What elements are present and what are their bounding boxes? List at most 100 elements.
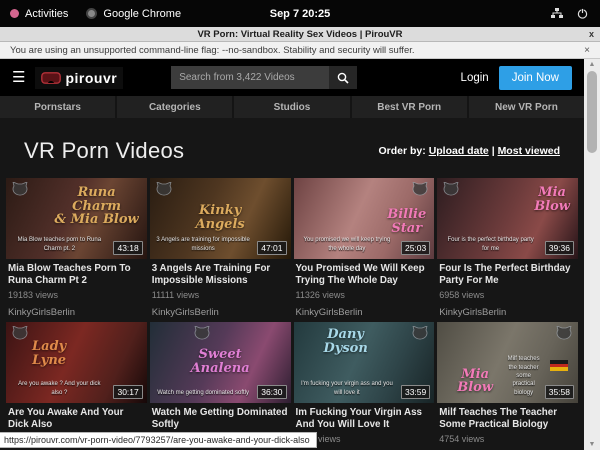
activities-icon	[10, 9, 19, 18]
view-count: 4754 views	[437, 430, 578, 444]
studio-link[interactable]: KinkyGirlsBerlin	[294, 300, 435, 318]
chrome-taskbar-button[interactable]: Google Chrome	[86, 8, 181, 20]
studio-cat-mask-icon	[443, 182, 459, 201]
nav-pornstars[interactable]: Pornstars	[0, 96, 115, 118]
duration-badge: 43:18	[113, 241, 142, 255]
video-title[interactable]: Im Fucking Your Virgin Ass And You Will …	[294, 403, 435, 430]
video-thumbnail[interactable]: Kinky Angels 3 Angels are training for i…	[150, 178, 291, 259]
video-title[interactable]: Mia Blow Teaches Porn To Runa Charm Pt 2	[6, 259, 147, 286]
studio-cat-mask-icon	[12, 182, 28, 201]
video-title[interactable]: Milf Teaches The Teacher Some Practical …	[437, 403, 578, 430]
video-title[interactable]: Watch Me Getting Dominated Softly	[150, 403, 291, 430]
video-card-8[interactable]: Mia Blow Milf teaches the teacher some p…	[437, 322, 578, 444]
studio-cat-mask-icon	[194, 326, 210, 345]
status-url-tooltip: https://pirouvr.com/vr-porn-video/779325…	[0, 432, 317, 448]
video-thumbnail[interactable]: Runa Charm & Mia Blow Mia Blow teaches p…	[6, 178, 147, 259]
duration-badge: 33:59	[401, 385, 430, 399]
studio-cat-mask-icon	[412, 326, 428, 345]
video-thumbnail[interactable]: Dany Dyson I'm fucking your virgin ass a…	[294, 322, 435, 403]
browser-title: VR Porn: Virtual Reality Sex Videos | Pi…	[197, 29, 402, 40]
video-title[interactable]: Are You Awake And Your Dick Also	[6, 403, 147, 430]
thumb-overlay-title: Mia Blow	[457, 368, 493, 395]
site-header: ☰ pirouvr Login Join Now	[0, 59, 584, 96]
video-card-2[interactable]: Kinky Angels 3 Angels are training for i…	[150, 178, 291, 318]
video-card-6[interactable]: Sweet Analena Watch me getting dominated…	[150, 322, 291, 444]
thumb-overlay-title: Sweet Analena	[150, 348, 291, 375]
thumb-overlay-title: Billie Star	[387, 208, 426, 235]
chrome-label: Google Chrome	[103, 8, 181, 20]
video-thumbnail[interactable]: Billie Star You promised we will keep tr…	[294, 178, 435, 259]
activities-label: Activities	[25, 8, 68, 20]
scroll-up-icon[interactable]: ▲	[589, 60, 596, 69]
search-button[interactable]	[329, 66, 357, 89]
video-title[interactable]: Four Is The Perfect Birthday Party For M…	[437, 259, 578, 286]
nav-best-vr-porn[interactable]: Best VR Porn	[352, 96, 467, 118]
video-thumbnail[interactable]: Mia Blow Four is the perfect birthday pa…	[437, 178, 578, 259]
video-title[interactable]: 3 Angels Are Training For Impossible Mis…	[150, 259, 291, 286]
video-card-7[interactable]: Dany Dyson I'm fucking your virgin ass a…	[294, 322, 435, 444]
studio-cat-mask-icon	[556, 326, 572, 345]
studio-cat-mask-icon	[412, 182, 428, 201]
nav-categories[interactable]: Categories	[117, 96, 232, 118]
nav-studios[interactable]: Studios	[234, 96, 349, 118]
duration-badge: 25:03	[401, 241, 430, 255]
os-taskbar: Activities Google Chrome Sep 7 20:25	[0, 0, 600, 27]
thumb-caption: Watch me getting dominated softly	[156, 389, 251, 397]
studio-link[interactable]: KinkyGirlsBerlin	[437, 300, 578, 318]
scrollbar-thumb[interactable]	[587, 71, 597, 153]
scroll-down-icon[interactable]: ▼	[589, 440, 596, 449]
view-count: 19183 views	[6, 286, 147, 300]
power-icon[interactable]	[577, 8, 588, 19]
menu-icon[interactable]: ☰	[12, 70, 25, 85]
search-input[interactable]	[171, 66, 329, 89]
login-link[interactable]: Login	[461, 72, 489, 84]
page-title: VR Porn Videos	[24, 138, 184, 164]
view-count: 11326 views	[294, 286, 435, 300]
network-icon[interactable]	[551, 8, 563, 19]
duration-badge: 30:17	[113, 385, 142, 399]
video-card-1[interactable]: Runa Charm & Mia Blow Mia Blow teaches p…	[6, 178, 147, 318]
view-count: 11111 views	[150, 286, 291, 300]
order-most-viewed-link[interactable]: Most viewed	[498, 145, 560, 157]
video-grid: Runa Charm & Mia Blow Mia Blow teaches p…	[0, 178, 584, 444]
duration-badge: 36:30	[257, 385, 286, 399]
vr-goggles-icon	[41, 72, 61, 84]
thumb-caption: Milf teaches the teacher some practical …	[507, 355, 540, 397]
studio-link[interactable]: KinkyGirlsBerlin	[150, 300, 291, 318]
site-logo[interactable]: pirouvr	[35, 67, 123, 89]
order-by: Order by: Upload date | Most viewed	[379, 145, 561, 157]
thumb-caption: Are you awake ? And your dick also ?	[12, 380, 107, 397]
video-thumbnail[interactable]: Lady Lyne Are you awake ? And your dick …	[6, 322, 147, 403]
thumb-overlay-title: Mia Blow	[534, 186, 570, 213]
thumb-caption: I'm fucking your virgin ass and you will…	[300, 380, 395, 397]
join-now-button[interactable]: Join Now	[499, 66, 572, 90]
warning-close-icon[interactable]: ×	[584, 45, 590, 56]
chrome-icon	[86, 8, 97, 19]
view-count: 6958 views	[437, 286, 578, 300]
video-title[interactable]: You Promised We Will Keep Trying The Who…	[294, 259, 435, 286]
warning-text: You are using an unsupported command-lin…	[10, 45, 415, 56]
search-icon	[337, 72, 349, 84]
duration-badge: 39:36	[545, 241, 574, 255]
studio-cat-mask-icon	[12, 326, 28, 345]
thumb-caption: Four is the perfect birthday party for m…	[443, 236, 538, 253]
clock[interactable]: Sep 7 20:25	[270, 8, 331, 20]
studio-link[interactable]: KinkyGirlsBerlin	[6, 300, 147, 318]
thumb-overlay-title: Runa Charm & Mia Blow	[54, 186, 138, 227]
nav-new-vr-porn[interactable]: New VR Porn	[469, 96, 584, 118]
order-upload-date-link[interactable]: Upload date	[429, 145, 489, 157]
activities-button[interactable]: Activities	[10, 8, 68, 20]
thumb-overlay-title: Dany Dyson	[324, 328, 368, 355]
video-card-3[interactable]: Billie Star You promised we will keep tr…	[294, 178, 435, 318]
video-thumbnail[interactable]: Sweet Analena Watch me getting dominated…	[150, 322, 291, 403]
logo-text: pirouvr	[65, 70, 117, 86]
video-thumbnail[interactable]: Mia Blow Milf teaches the teacher some p…	[437, 322, 578, 403]
page-content: ☰ pirouvr Login Join Now Pornstars Categ…	[0, 59, 584, 450]
window-close-icon[interactable]: x	[589, 29, 594, 39]
thumb-caption: Mia Blow teaches porn to Runa Charm pt. …	[12, 236, 107, 253]
video-card-4[interactable]: Mia Blow Four is the perfect birthday pa…	[437, 178, 578, 318]
video-card-5[interactable]: Lady Lyne Are you awake ? And your dick …	[6, 322, 147, 444]
vertical-scrollbar[interactable]: ▲ ▼	[584, 59, 600, 450]
thumb-caption: You promised we will keep trying the who…	[300, 236, 395, 253]
thumb-caption: 3 Angels are training for impossible mis…	[156, 236, 251, 253]
